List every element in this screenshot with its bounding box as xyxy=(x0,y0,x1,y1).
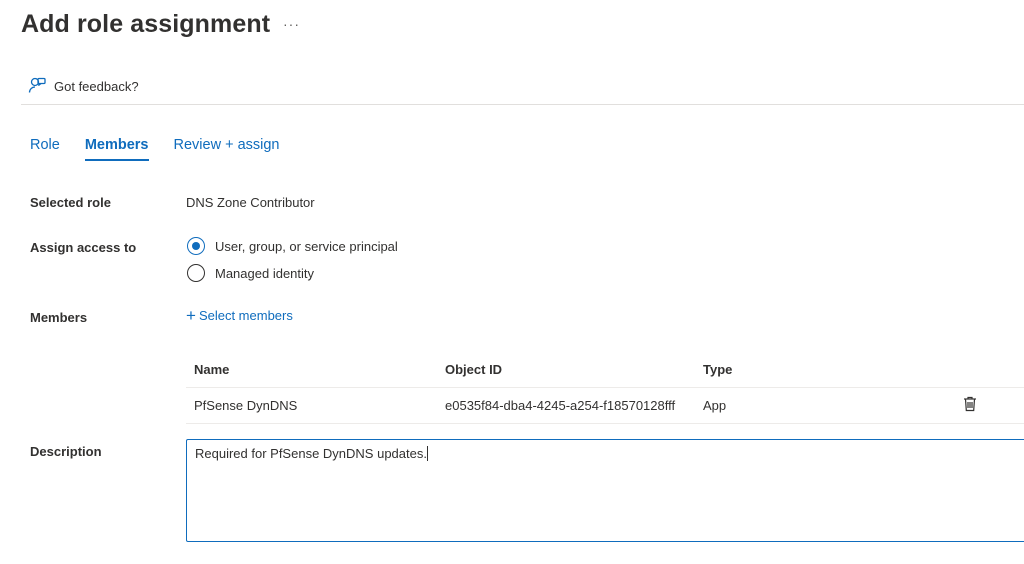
more-options-button[interactable]: ··· xyxy=(283,16,300,32)
table-row: PfSense DynDNS e0535f84-dba4-4245-a254-f… xyxy=(186,388,1024,424)
members-label: Members xyxy=(30,310,88,325)
member-name: PfSense DynDNS xyxy=(194,398,298,413)
table-header: Name Object ID Type xyxy=(186,352,1024,388)
radio-button-unchecked[interactable] xyxy=(187,264,205,282)
header-divider xyxy=(21,104,1024,105)
trash-icon xyxy=(963,396,977,415)
select-members-label: Select members xyxy=(198,308,293,323)
text-caret xyxy=(426,446,428,461)
description-label: Description xyxy=(30,444,102,459)
member-object-id: e0535f84-dba4-4245-a254-f18570128fff xyxy=(445,398,676,413)
feedback-label: Got feedback? xyxy=(54,79,139,94)
tab-review-assign[interactable]: Review + assign xyxy=(174,137,280,161)
selected-role-value: DNS Zone Contributor xyxy=(186,195,315,210)
feedback-person-icon xyxy=(28,76,46,97)
description-textarea[interactable]: Required for PfSense DynDNS updates. xyxy=(186,439,1024,542)
page-title: Add role assignment xyxy=(21,10,271,38)
column-header-object-id: Object ID xyxy=(445,362,503,377)
tab-members[interactable]: Members xyxy=(84,137,149,161)
radio-label-managed-identity: Managed identity xyxy=(215,265,315,281)
assign-access-label: Assign access to xyxy=(30,240,137,255)
radio-label-user-group-sp: User, group, or service principal xyxy=(215,238,398,254)
radio-user-group-sp[interactable]: User, group, or service principal xyxy=(187,237,398,255)
plus-icon: + xyxy=(186,306,196,325)
add-role-assignment-page: Add role assignment ··· Got feedback? Ro… xyxy=(0,0,1024,564)
column-header-type: Type xyxy=(703,362,733,377)
description-text: Required for PfSense DynDNS updates. xyxy=(195,446,427,461)
wizard-tabs: Role Members Review + assign xyxy=(30,137,304,161)
tab-role[interactable]: Role xyxy=(30,137,60,161)
select-members-link[interactable]: + Select members xyxy=(186,306,293,325)
selected-role-label: Selected role xyxy=(30,195,111,210)
member-type: App xyxy=(703,398,727,413)
column-header-name: Name xyxy=(194,362,230,377)
radio-managed-identity[interactable]: Managed identity xyxy=(187,264,314,282)
members-table: Name Object ID Type PfSense DynDNS e0535… xyxy=(186,352,1024,424)
radio-button-checked[interactable] xyxy=(187,237,205,255)
feedback-button[interactable]: Got feedback? xyxy=(28,76,139,97)
delete-member-button[interactable] xyxy=(963,396,1024,415)
